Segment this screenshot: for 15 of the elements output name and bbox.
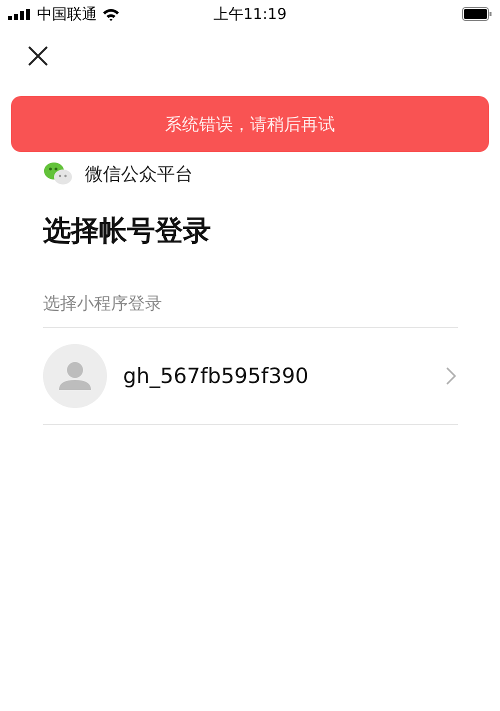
account-name: gh_567fb595f390 [123,364,310,388]
account-item[interactable]: gh_567fb595f390 [43,328,458,425]
battery-icon [462,7,492,21]
wifi-icon [102,8,120,20]
brand-name: 微信公众平台 [85,163,193,186]
page-title: 选择帐号登录 [43,214,212,248]
close-icon [27,45,49,67]
clock-time: 上午11:19 [213,4,287,24]
error-toast: 系统错误，请稍后再试 [11,96,489,152]
chevron-right-icon [446,366,456,385]
carrier-name: 中国联通 [37,4,97,24]
section-label: 选择小程序登录 [43,292,458,328]
signal-icon [8,8,32,20]
avatar-icon [43,344,107,408]
chat-bubbles-icon [43,162,73,186]
